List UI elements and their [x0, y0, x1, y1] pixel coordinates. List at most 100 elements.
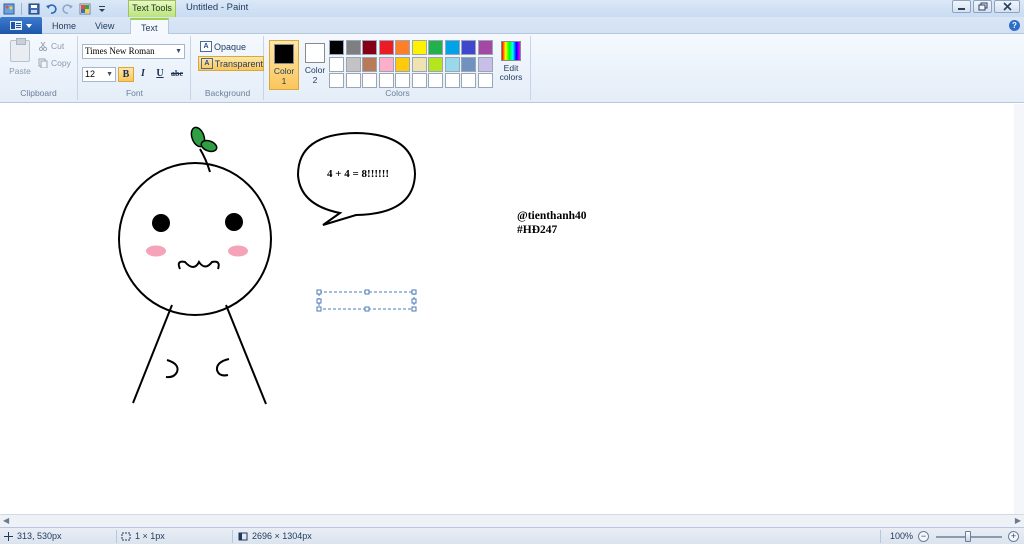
drawing-canvas[interactable]: 4 + 4 = 8!!!!!! @tienthanh40 #HĐ247: [0, 104, 1024, 514]
ribbon: Paste Cut Copy Clipboard Times New Roman…: [0, 34, 1024, 103]
resize-handle[interactable]: [316, 289, 322, 295]
title-bar: Text Tools Untitled - Paint: [0, 0, 1024, 17]
help-icon[interactable]: ?: [1009, 20, 1020, 31]
palette-swatch[interactable]: [395, 73, 410, 88]
underline-button[interactable]: U: [152, 67, 168, 82]
palette-swatch[interactable]: [477, 73, 493, 88]
copy-label: Copy: [51, 58, 71, 68]
palette-swatch[interactable]: [378, 40, 394, 55]
resize-handle[interactable]: [411, 289, 417, 295]
italic-button[interactable]: I: [135, 67, 151, 82]
copy-icon: [38, 58, 48, 68]
sprout-stem: [199, 148, 211, 173]
maximize-icon[interactable]: [973, 0, 992, 13]
cursor-position-value: 313, 530px: [17, 531, 62, 541]
paint-window: Text Tools Untitled - Paint Home View Te…: [0, 0, 1024, 544]
character-right-cheek: [228, 245, 248, 257]
vertical-scrollbar[interactable]: [1014, 104, 1024, 514]
tab-home[interactable]: Home: [42, 18, 86, 34]
palette-swatch[interactable]: [378, 56, 394, 72]
character-body-right: [225, 304, 267, 405]
text-selection-box[interactable]: [318, 291, 415, 310]
close-icon[interactable]: [994, 0, 1020, 13]
status-bar: 313, 530px 1 × 1px 2696 × 1304px 100% − …: [0, 527, 1024, 544]
zoom-in-icon[interactable]: +: [1008, 531, 1019, 542]
resize-handle[interactable]: [364, 289, 370, 295]
selection-size-icon: [121, 532, 131, 540]
scroll-left-icon[interactable]: ◀: [3, 516, 9, 525]
palette-swatch[interactable]: [362, 73, 377, 88]
palette-swatch[interactable]: [362, 56, 377, 72]
transparent-label: Transparent: [214, 58, 263, 69]
palette-swatch[interactable]: [329, 56, 344, 72]
cut-button[interactable]: Cut: [38, 41, 64, 51]
palette-swatch[interactable]: [444, 73, 460, 88]
color-picker-icon[interactable]: [78, 2, 92, 16]
paste-label: Paste: [9, 66, 31, 76]
signature-line-1: @tienthanh40: [517, 210, 587, 222]
palette-swatch[interactable]: [461, 40, 476, 55]
app-menu-button[interactable]: [0, 17, 42, 34]
status-separator: [232, 530, 233, 543]
opaque-button[interactable]: A Opaque: [198, 39, 264, 54]
image-size-value: 2696 × 1304px: [252, 531, 312, 541]
palette-swatch[interactable]: [395, 56, 410, 72]
palette-swatch[interactable]: [411, 73, 427, 88]
tab-view[interactable]: View: [85, 18, 124, 34]
edit-colors-button[interactable]: Edit colors: [497, 40, 525, 82]
palette-swatch[interactable]: [444, 56, 460, 72]
window-title: Untitled - Paint: [186, 2, 249, 13]
transparent-button[interactable]: A Transparent: [198, 56, 264, 71]
customize-toolbar-icon[interactable]: [95, 2, 109, 16]
zoom-out-icon[interactable]: −: [918, 531, 929, 542]
palette-swatch[interactable]: [395, 40, 410, 55]
palette-swatch[interactable]: [345, 40, 361, 55]
resize-handle[interactable]: [316, 306, 322, 312]
resize-handle[interactable]: [364, 306, 370, 312]
app-icon[interactable]: [2, 2, 16, 16]
palette-swatch[interactable]: [428, 56, 443, 72]
font-size-select[interactable]: 12 ▼: [82, 67, 116, 82]
resize-handle[interactable]: [411, 306, 417, 312]
tab-text[interactable]: Text: [130, 18, 169, 34]
resize-handle[interactable]: [411, 298, 417, 304]
copy-button[interactable]: Copy: [38, 58, 71, 68]
save-icon[interactable]: [27, 2, 41, 16]
character-left-cheek: [146, 245, 166, 257]
zoom-slider-thumb[interactable]: [965, 531, 971, 542]
palette-swatch[interactable]: [345, 73, 361, 88]
horizontal-scrollbar[interactable]: ◀ ▶: [0, 514, 1024, 527]
color-1-label: Color: [273, 66, 295, 76]
color-1-button[interactable]: Color 1: [269, 40, 299, 90]
color-2-button[interactable]: Color 2: [300, 40, 330, 90]
redo-icon[interactable]: [61, 2, 75, 16]
palette-swatch[interactable]: [411, 56, 427, 72]
scroll-right-icon[interactable]: ▶: [1015, 516, 1021, 525]
palette-swatch[interactable]: [345, 56, 361, 72]
opaque-icon: A: [200, 41, 212, 52]
paste-button[interactable]: Paste: [8, 38, 32, 76]
palette-swatch[interactable]: [329, 73, 344, 88]
font-family-select[interactable]: Times New Roman ▼: [82, 44, 185, 59]
minimize-icon[interactable]: [952, 0, 971, 13]
palette-swatch[interactable]: [329, 40, 344, 55]
bold-button[interactable]: B: [118, 67, 134, 82]
opaque-label: Opaque: [214, 41, 247, 52]
palette-swatch[interactable]: [477, 56, 493, 72]
palette-swatch[interactable]: [444, 40, 460, 55]
palette-swatch[interactable]: [378, 73, 394, 88]
strikethrough-button[interactable]: abc: [169, 67, 185, 82]
app-menu-icon: [10, 21, 22, 30]
zoom-level: 100%: [890, 531, 914, 541]
palette-swatch[interactable]: [461, 73, 476, 88]
palette-swatch[interactable]: [362, 40, 377, 55]
palette-swatch[interactable]: [428, 40, 443, 55]
palette-swatch[interactable]: [477, 40, 493, 55]
palette-swatch[interactable]: [428, 73, 443, 88]
image-size: 2696 × 1304px: [238, 531, 312, 541]
resize-handle[interactable]: [316, 298, 322, 304]
undo-icon[interactable]: [44, 2, 58, 16]
palette-swatch[interactable]: [461, 56, 476, 72]
palette-swatch[interactable]: [411, 40, 427, 55]
background-group: A Opaque A Transparent Background: [192, 36, 264, 100]
